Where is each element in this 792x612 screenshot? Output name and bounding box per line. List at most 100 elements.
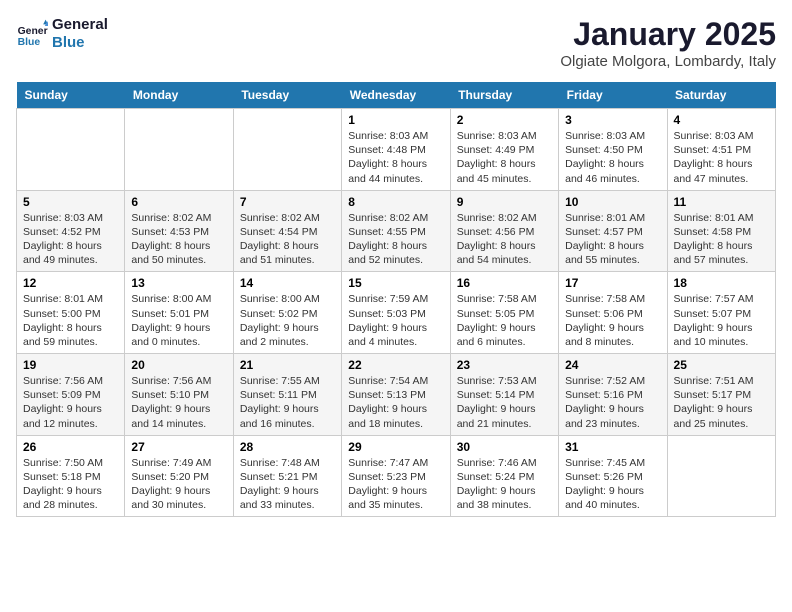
calendar-week-row: 19 Sunrise: 7:56 AM Sunset: 5:09 PM Dayli… xyxy=(17,354,776,436)
calendar-day-1: 1 Sunrise: 8:03 AM Sunset: 4:48 PM Daylig… xyxy=(342,109,450,191)
calendar-empty-cell xyxy=(667,435,775,517)
day-number: 12 xyxy=(23,276,118,290)
calendar-week-row: 26 Sunrise: 7:50 AM Sunset: 5:18 PM Dayli… xyxy=(17,435,776,517)
calendar-day-12: 12Sunrise: 8:01 AM Sunset: 5:00 PM Dayli… xyxy=(17,272,125,354)
day-number: 1 xyxy=(348,113,443,127)
page-header: General Blue GeneralBlue January 2025 Ol… xyxy=(16,16,776,70)
svg-text:Blue: Blue xyxy=(18,37,41,48)
day-number: 8 xyxy=(348,195,443,209)
day-info: Sunrise: 8:02 AM Sunset: 4:54 PM Dayligh… xyxy=(240,211,335,268)
calendar-day-25: 25 Sunrise: 7:51 AM Sunset: 5:17 PM Dayli… xyxy=(667,354,775,436)
calendar-day-3: 3 Sunrise: 8:03 AM Sunset: 4:50 PM Daylig… xyxy=(559,109,667,191)
day-info: Sunrise: 7:56 AM Sunset: 5:09 PM Dayligh… xyxy=(23,374,118,431)
calendar-day-19: 19 Sunrise: 7:56 AM Sunset: 5:09 PM Dayli… xyxy=(17,354,125,436)
day-info: Sunrise: 7:57 AM Sunset: 5:07 PM Dayligh… xyxy=(674,292,769,349)
calendar-day-23: 23 Sunrise: 7:53 AM Sunset: 5:14 PM Dayli… xyxy=(450,354,558,436)
calendar-day-31: 31 Sunrise: 7:45 AM Sunset: 5:26 PM Dayli… xyxy=(559,435,667,517)
day-info: Sunrise: 7:50 AM Sunset: 5:18 PM Dayligh… xyxy=(23,456,118,513)
day-number: 19 xyxy=(23,358,118,372)
day-number: 17 xyxy=(565,276,660,290)
day-number: 20 xyxy=(131,358,226,372)
day-info: Sunrise: 8:02 AM Sunset: 4:56 PM Dayligh… xyxy=(457,211,552,268)
calendar-day-21: 21Sunrise: 7:55 AM Sunset: 5:11 PM Dayli… xyxy=(233,354,341,436)
calendar-empty-cell xyxy=(17,109,125,191)
day-number: 2 xyxy=(457,113,552,127)
logo-text: GeneralBlue xyxy=(52,16,108,52)
weekday-header-monday: Monday xyxy=(125,82,233,109)
calendar-week-row: 1 Sunrise: 8:03 AM Sunset: 4:48 PM Daylig… xyxy=(17,109,776,191)
calendar-day-5: 5Sunrise: 8:03 AM Sunset: 4:52 PM Daylig… xyxy=(17,190,125,272)
day-number: 31 xyxy=(565,440,660,454)
calendar-day-27: 27 Sunrise: 7:49 AM Sunset: 5:20 PM Dayli… xyxy=(125,435,233,517)
day-number: 22 xyxy=(348,358,443,372)
calendar-day-8: 8 Sunrise: 8:02 AM Sunset: 4:55 PM Daylig… xyxy=(342,190,450,272)
calendar-day-24: 24Sunrise: 7:52 AM Sunset: 5:16 PM Dayli… xyxy=(559,354,667,436)
day-info: Sunrise: 7:46 AM Sunset: 5:24 PM Dayligh… xyxy=(457,456,552,513)
calendar-day-6: 6 Sunrise: 8:02 AM Sunset: 4:53 PM Daylig… xyxy=(125,190,233,272)
svg-text:General: General xyxy=(18,26,48,37)
weekday-header-row: SundayMondayTuesdayWednesdayThursdayFrid… xyxy=(17,82,776,109)
day-number: 14 xyxy=(240,276,335,290)
day-info: Sunrise: 8:03 AM Sunset: 4:48 PM Dayligh… xyxy=(348,129,443,186)
day-number: 21 xyxy=(240,358,335,372)
calendar-day-2: 2Sunrise: 8:03 AM Sunset: 4:49 PM Daylig… xyxy=(450,109,558,191)
day-number: 10 xyxy=(565,195,660,209)
logo: General Blue GeneralBlue xyxy=(16,16,108,52)
weekday-header-friday: Friday xyxy=(559,82,667,109)
calendar-day-20: 20 Sunrise: 7:56 AM Sunset: 5:10 PM Dayli… xyxy=(125,354,233,436)
day-number: 15 xyxy=(348,276,443,290)
day-info: Sunrise: 8:00 AM Sunset: 5:02 PM Dayligh… xyxy=(240,292,335,349)
calendar-day-16: 16 Sunrise: 7:58 AM Sunset: 5:05 PM Dayli… xyxy=(450,272,558,354)
calendar-day-28: 28Sunrise: 7:48 AM Sunset: 5:21 PM Dayli… xyxy=(233,435,341,517)
calendar-day-7: 7 Sunrise: 8:02 AM Sunset: 4:54 PM Daylig… xyxy=(233,190,341,272)
day-number: 23 xyxy=(457,358,552,372)
day-info: Sunrise: 7:56 AM Sunset: 5:10 PM Dayligh… xyxy=(131,374,226,431)
calendar-day-14: 14 Sunrise: 8:00 AM Sunset: 5:02 PM Dayli… xyxy=(233,272,341,354)
day-info: Sunrise: 7:53 AM Sunset: 5:14 PM Dayligh… xyxy=(457,374,552,431)
day-info: Sunrise: 7:45 AM Sunset: 5:26 PM Dayligh… xyxy=(565,456,660,513)
day-number: 30 xyxy=(457,440,552,454)
day-info: Sunrise: 7:48 AM Sunset: 5:21 PM Dayligh… xyxy=(240,456,335,513)
day-info: Sunrise: 7:54 AM Sunset: 5:13 PM Dayligh… xyxy=(348,374,443,431)
day-number: 27 xyxy=(131,440,226,454)
weekday-header-sunday: Sunday xyxy=(17,82,125,109)
calendar-day-22: 22 Sunrise: 7:54 AM Sunset: 5:13 PM Dayli… xyxy=(342,354,450,436)
calendar-day-9: 9 Sunrise: 8:02 AM Sunset: 4:56 PM Daylig… xyxy=(450,190,558,272)
day-number: 7 xyxy=(240,195,335,209)
calendar-day-17: 17 Sunrise: 7:58 AM Sunset: 5:06 PM Dayli… xyxy=(559,272,667,354)
day-number: 11 xyxy=(674,195,769,209)
day-info: Sunrise: 8:03 AM Sunset: 4:50 PM Dayligh… xyxy=(565,129,660,186)
day-number: 6 xyxy=(131,195,226,209)
day-number: 16 xyxy=(457,276,552,290)
calendar-day-11: 11 Sunrise: 8:01 AM Sunset: 4:58 PM Dayli… xyxy=(667,190,775,272)
day-info: Sunrise: 7:58 AM Sunset: 5:05 PM Dayligh… xyxy=(457,292,552,349)
day-info: Sunrise: 7:49 AM Sunset: 5:20 PM Dayligh… xyxy=(131,456,226,513)
day-info: Sunrise: 8:01 AM Sunset: 4:58 PM Dayligh… xyxy=(674,211,769,268)
day-info: Sunrise: 7:51 AM Sunset: 5:17 PM Dayligh… xyxy=(674,374,769,431)
day-info: Sunrise: 8:02 AM Sunset: 4:53 PM Dayligh… xyxy=(131,211,226,268)
calendar-table: SundayMondayTuesdayWednesdayThursdayFrid… xyxy=(16,82,776,517)
day-info: Sunrise: 7:52 AM Sunset: 5:16 PM Dayligh… xyxy=(565,374,660,431)
day-number: 9 xyxy=(457,195,552,209)
day-info: Sunrise: 7:58 AM Sunset: 5:06 PM Dayligh… xyxy=(565,292,660,349)
day-number: 25 xyxy=(674,358,769,372)
day-number: 3 xyxy=(565,113,660,127)
calendar-empty-cell xyxy=(233,109,341,191)
weekday-header-wednesday: Wednesday xyxy=(342,82,450,109)
month-title: January 2025 xyxy=(560,16,776,53)
calendar-day-15: 15 Sunrise: 7:59 AM Sunset: 5:03 PM Dayli… xyxy=(342,272,450,354)
location-subtitle: Olgiate Molgora, Lombardy, Italy xyxy=(560,53,776,70)
calendar-week-row: 5Sunrise: 8:03 AM Sunset: 4:52 PM Daylig… xyxy=(17,190,776,272)
calendar-day-4: 4Sunrise: 8:03 AM Sunset: 4:51 PM Daylig… xyxy=(667,109,775,191)
day-number: 26 xyxy=(23,440,118,454)
day-number: 29 xyxy=(348,440,443,454)
weekday-header-saturday: Saturday xyxy=(667,82,775,109)
calendar-day-30: 30 Sunrise: 7:46 AM Sunset: 5:24 PM Dayli… xyxy=(450,435,558,517)
day-info: Sunrise: 8:01 AM Sunset: 4:57 PM Dayligh… xyxy=(565,211,660,268)
day-info: Sunrise: 8:03 AM Sunset: 4:52 PM Dayligh… xyxy=(23,211,118,268)
calendar-day-13: 13Sunrise: 8:00 AM Sunset: 5:01 PM Dayli… xyxy=(125,272,233,354)
day-number: 4 xyxy=(674,113,769,127)
day-info: Sunrise: 7:59 AM Sunset: 5:03 PM Dayligh… xyxy=(348,292,443,349)
calendar-day-18: 18Sunrise: 7:57 AM Sunset: 5:07 PM Dayli… xyxy=(667,272,775,354)
day-info: Sunrise: 8:02 AM Sunset: 4:55 PM Dayligh… xyxy=(348,211,443,268)
